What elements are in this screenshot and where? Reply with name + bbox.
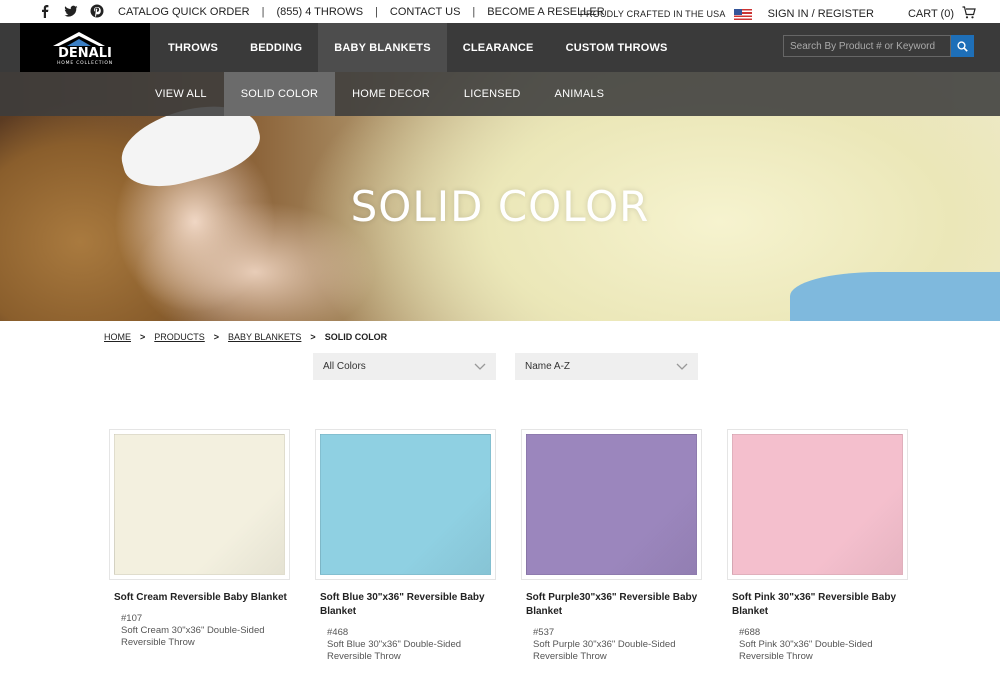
facebook-icon[interactable] <box>38 4 52 18</box>
pinterest-icon[interactable] <box>90 4 104 18</box>
breadcrumb: HOME > PRODUCTS > BABY BLANKETS > SOLID … <box>104 332 387 342</box>
chevron-down-icon <box>474 363 486 370</box>
hero-title: SOLID COLOR <box>350 182 650 231</box>
product-description: Soft Blue 30"x36" Double-Sided Reversibl… <box>327 639 462 662</box>
product-sku: #537 <box>533 627 555 638</box>
nav-item-bedding[interactable]: BEDDING <box>234 23 318 72</box>
search-icon <box>957 40 968 52</box>
breadcrumb-baby-blankets-link[interactable]: BABY BLANKETS <box>228 332 301 342</box>
breadcrumb-home-link[interactable]: HOME <box>104 332 131 342</box>
breadcrumb-current: SOLID COLOR <box>324 332 388 342</box>
product-image[interactable] <box>521 429 702 580</box>
product-sku: #107 <box>121 613 143 624</box>
color-filter-value: All Colors <box>323 361 366 372</box>
main-nav-items: THROWS BEDDING BABY BLANKETS CLEARANCE C… <box>152 23 684 72</box>
product-sku: #688 <box>739 627 761 638</box>
blanket-swatch <box>732 434 903 575</box>
product-title[interactable]: Soft Pink 30"x36" Reversible Baby Blanke… <box>727 591 908 619</box>
product-sku: #468 <box>327 627 349 638</box>
sort-select[interactable]: Name A-Z <box>515 353 698 380</box>
social-links <box>38 4 104 18</box>
blanket-swatch <box>526 434 697 575</box>
us-flag-icon <box>733 8 752 20</box>
denali-logo[interactable]: DENALI HOME COLLECTION <box>20 23 150 72</box>
sort-value: Name A-Z <box>525 361 571 372</box>
product-card[interactable]: Soft Blue 30"x36" Reversible Baby Blanke… <box>315 429 496 663</box>
twitter-icon[interactable] <box>64 4 78 18</box>
chevron-down-icon <box>676 363 688 370</box>
sub-nav-items: VIEW ALL SOLID COLOR HOME DECOR LICENSED… <box>138 72 621 116</box>
sub-navigation: VIEW ALL SOLID COLOR HOME DECOR LICENSED… <box>0 72 1000 116</box>
breadcrumb-separator: > <box>310 332 316 342</box>
product-title[interactable]: Soft Cream Reversible Baby Blanket <box>109 591 290 605</box>
separator: | <box>261 6 265 18</box>
product-card[interactable]: Soft Cream Reversible Baby Blanket #107 … <box>109 429 290 649</box>
product-image[interactable] <box>727 429 908 580</box>
logo-brand-text: DENALI <box>58 46 112 61</box>
breadcrumb-separator: > <box>213 332 220 342</box>
contact-us-link[interactable]: CONTACT US <box>390 6 461 18</box>
main-navigation: DENALI HOME COLLECTION THROWS BEDDING BA… <box>0 23 1000 72</box>
cart-icon <box>962 6 976 22</box>
breadcrumb-products-link[interactable]: PRODUCTS <box>154 332 205 342</box>
search-box <box>783 35 974 57</box>
sign-in-register-link[interactable]: SIGN IN / REGISTER <box>768 8 874 20</box>
blanket-swatch <box>114 434 285 575</box>
crafted-in-usa-text: PROUDLY CRAFTED IN THE USA <box>579 9 726 19</box>
hero-image-blue-cloth <box>790 272 1000 321</box>
subnav-item-view-all[interactable]: VIEW ALL <box>138 72 224 116</box>
color-filter-select[interactable]: All Colors <box>313 353 496 380</box>
blanket-swatch <box>320 434 491 575</box>
product-title[interactable]: Soft Purple30"x36" Reversible Baby Blank… <box>521 591 702 619</box>
nav-item-custom-throws[interactable]: CUSTOM THROWS <box>550 23 684 72</box>
account-area: PROUDLY CRAFTED IN THE USA SIGN IN / REG… <box>580 6 976 22</box>
subnav-item-licensed[interactable]: LICENSED <box>447 72 538 116</box>
product-title[interactable]: Soft Blue 30"x36" Reversible Baby Blanke… <box>315 591 496 619</box>
phone-number-link[interactable]: (855) 4 THROWS <box>276 6 363 18</box>
product-image[interactable] <box>109 429 290 580</box>
search-input[interactable] <box>783 35 951 57</box>
cart-link[interactable]: CART (0) <box>908 6 976 22</box>
product-description: Soft Cream 30"x36" Double-Sided Reversib… <box>121 625 265 648</box>
nav-item-clearance[interactable]: CLEARANCE <box>447 23 550 72</box>
subnav-item-animals[interactable]: ANIMALS <box>538 72 622 116</box>
logo-sub-text: HOME COLLECTION <box>57 60 113 66</box>
hero-banner: VIEW ALL SOLID COLOR HOME DECOR LICENSED… <box>0 72 1000 321</box>
nav-item-baby-blankets[interactable]: BABY BLANKETS <box>318 23 447 72</box>
catalog-quick-order-link[interactable]: CATALOG QUICK ORDER <box>118 6 250 18</box>
separator: | <box>472 6 476 18</box>
product-image[interactable] <box>315 429 496 580</box>
cart-label: CART (0) <box>907 8 954 20</box>
nav-item-throws[interactable]: THROWS <box>152 23 234 72</box>
product-description: Soft Purple 30"x36" Double-Sided Reversi… <box>533 639 676 662</box>
breadcrumb-separator: > <box>140 332 146 342</box>
search-button[interactable] <box>951 35 974 57</box>
product-description: Soft Pink 30"x36" Double-Sided Reversibl… <box>739 639 873 662</box>
subnav-item-solid-color[interactable]: SOLID COLOR <box>223 72 336 116</box>
product-card[interactable]: Soft Pink 30"x36" Reversible Baby Blanke… <box>727 429 908 663</box>
subnav-item-home-decor[interactable]: HOME DECOR <box>335 72 447 116</box>
utility-links: CATALOG QUICK ORDER | (855) 4 THROWS | C… <box>118 6 605 18</box>
top-utility-bar: CATALOG QUICK ORDER | (855) 4 THROWS | C… <box>0 0 1000 23</box>
separator: | <box>375 6 378 18</box>
product-card[interactable]: Soft Purple30"x36" Reversible Baby Blank… <box>521 429 702 663</box>
